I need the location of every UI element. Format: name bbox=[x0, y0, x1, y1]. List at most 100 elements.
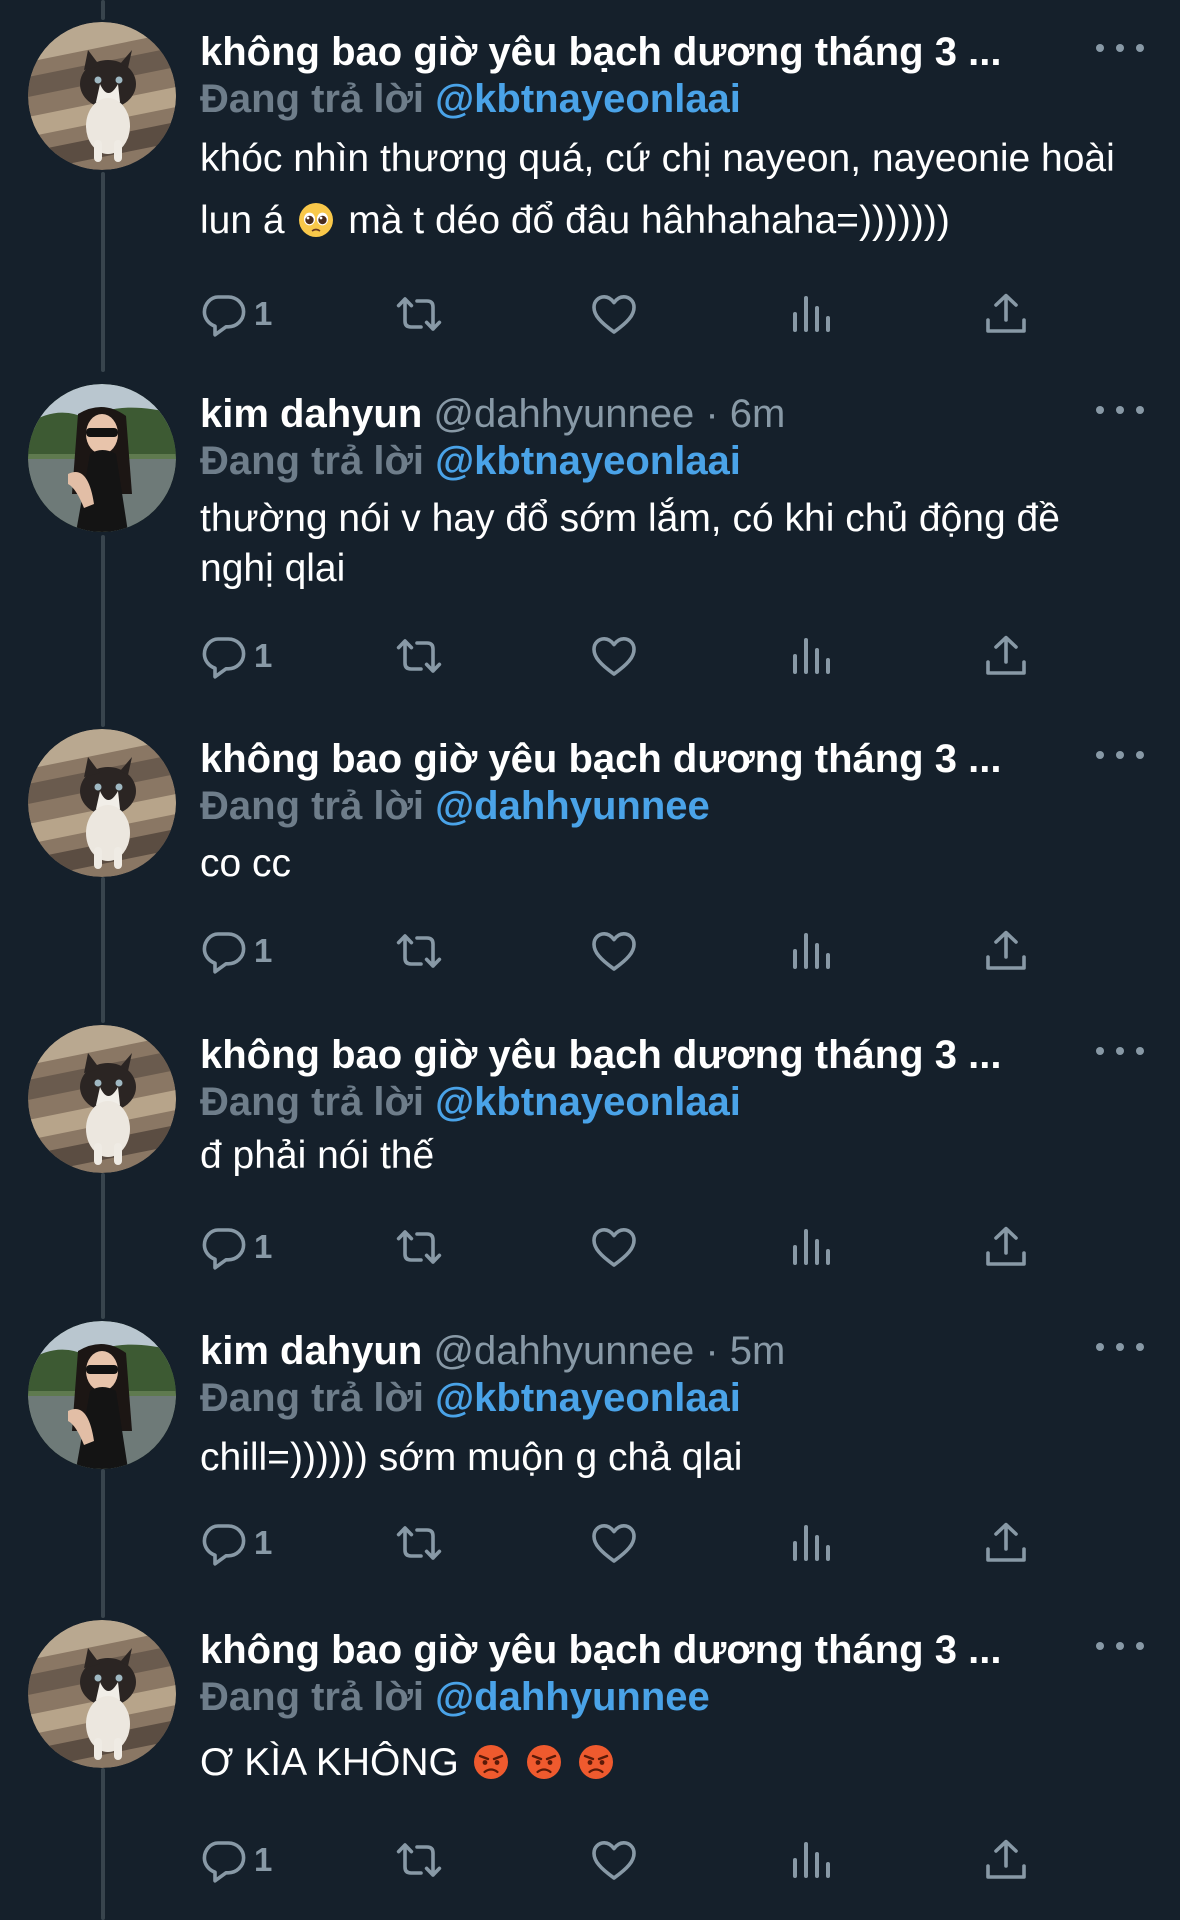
replying-label: Đang trả lời bbox=[200, 784, 425, 828]
heart-icon bbox=[590, 1836, 638, 1884]
retweet-icon bbox=[395, 1836, 443, 1884]
more-options-icon[interactable] bbox=[1096, 1636, 1144, 1656]
tweet-actions: 1 bbox=[200, 286, 1060, 342]
like-button[interactable] bbox=[590, 1219, 638, 1275]
more-options-icon[interactable] bbox=[1096, 745, 1144, 765]
retweet-button[interactable] bbox=[395, 1832, 443, 1888]
display-name[interactable]: không bao giờ yêu bạch dương tháng 3 ... bbox=[200, 30, 1001, 74]
timestamp[interactable]: 5m bbox=[730, 1329, 786, 1373]
replying-mention-link[interactable]: @kbtnayeonlaai bbox=[435, 439, 741, 483]
replying-mention-link[interactable]: @kbtnayeonlaai bbox=[435, 77, 741, 121]
heart-icon bbox=[590, 632, 638, 680]
pleading-face-emoji-icon bbox=[297, 201, 335, 239]
reply-icon bbox=[200, 1223, 248, 1271]
replying-to: Đang trả lời @kbtnayeonlaai bbox=[200, 436, 741, 486]
thread-line bbox=[101, 1768, 105, 1920]
replying-mention-link[interactable]: @dahhyunnee bbox=[435, 1675, 710, 1719]
like-button[interactable] bbox=[590, 1515, 638, 1571]
tweet-header: không bao giờ yêu bạch dương tháng 3 ... bbox=[200, 22, 1060, 82]
reply-icon bbox=[200, 927, 248, 975]
share-button[interactable] bbox=[982, 1515, 1030, 1571]
reply-icon bbox=[200, 1836, 248, 1884]
share-button[interactable] bbox=[982, 923, 1030, 979]
like-button[interactable] bbox=[590, 628, 638, 684]
reply-count: 1 bbox=[254, 1841, 273, 1878]
bar-chart-icon bbox=[787, 290, 835, 338]
more-options-icon[interactable] bbox=[1096, 400, 1144, 420]
thread-line bbox=[101, 877, 105, 1023]
tweet-text: đ phải nói thế bbox=[200, 1134, 435, 1177]
reply-button[interactable]: 1 bbox=[200, 286, 272, 342]
like-button[interactable] bbox=[590, 1832, 638, 1888]
username[interactable]: @dahhyunnee bbox=[433, 1329, 694, 1373]
tweet-actions: 1 bbox=[200, 1515, 1060, 1571]
more-options-icon[interactable] bbox=[1096, 38, 1144, 58]
replying-label: Đang trả lời bbox=[200, 77, 425, 121]
share-icon bbox=[982, 1836, 1030, 1884]
share-button[interactable] bbox=[982, 628, 1030, 684]
pouting-face-emoji-icon bbox=[577, 1743, 615, 1781]
replying-mention-link[interactable]: @kbtnayeonlaai bbox=[435, 1376, 741, 1420]
heart-icon bbox=[590, 1519, 638, 1567]
more-options-icon[interactable] bbox=[1096, 1041, 1144, 1061]
reply-icon bbox=[200, 1519, 248, 1567]
separator-dot: · bbox=[705, 392, 719, 436]
reply-button[interactable]: 1 bbox=[200, 923, 272, 979]
avatar[interactable] bbox=[28, 1025, 176, 1173]
analytics-button[interactable] bbox=[787, 1515, 835, 1571]
display-name[interactable]: không bao giờ yêu bạch dương tháng 3 ... bbox=[200, 1033, 1001, 1077]
reply-button[interactable]: 1 bbox=[200, 1515, 272, 1571]
username[interactable]: @dahhyunnee bbox=[433, 392, 694, 436]
display-name[interactable]: không bao giờ yêu bạch dương tháng 3 ... bbox=[200, 1628, 1001, 1672]
pouting-face-emoji-icon bbox=[525, 1743, 563, 1781]
analytics-button[interactable] bbox=[787, 1219, 835, 1275]
display-name[interactable]: không bao giờ yêu bạch dương tháng 3 ... bbox=[200, 737, 1001, 781]
avatar[interactable] bbox=[28, 729, 176, 877]
heart-icon bbox=[590, 290, 638, 338]
timestamp[interactable]: 6m bbox=[730, 392, 786, 436]
like-button[interactable] bbox=[590, 286, 638, 342]
retweet-button[interactable] bbox=[395, 1219, 443, 1275]
reply-count: 1 bbox=[254, 637, 273, 674]
replying-mention-link[interactable]: @dahhyunnee bbox=[435, 784, 710, 828]
replying-mention-link[interactable]: @kbtnayeonlaai bbox=[435, 1080, 741, 1124]
analytics-button[interactable] bbox=[787, 286, 835, 342]
tweet-text: co cc bbox=[200, 842, 292, 885]
retweet-button[interactable] bbox=[395, 286, 443, 342]
reply-button[interactable]: 1 bbox=[200, 628, 272, 684]
avatar[interactable] bbox=[28, 22, 176, 170]
share-icon bbox=[982, 1223, 1030, 1271]
bar-chart-icon bbox=[787, 632, 835, 680]
analytics-button[interactable] bbox=[787, 628, 835, 684]
tweet-header: không bao giờ yêu bạch dương tháng 3 ... bbox=[200, 1620, 1060, 1680]
share-button[interactable] bbox=[982, 1219, 1030, 1275]
display-name[interactable]: kim dahyun bbox=[200, 392, 422, 436]
tweet-text: thường nói v hay đổ sớm lắm, có khi chủ … bbox=[200, 497, 1060, 590]
retweet-button[interactable] bbox=[395, 923, 443, 979]
avatar[interactable] bbox=[28, 1620, 176, 1768]
avatar[interactable] bbox=[28, 1321, 176, 1469]
share-button[interactable] bbox=[982, 1832, 1030, 1888]
like-button[interactable] bbox=[590, 923, 638, 979]
replying-label: Đang trả lời bbox=[200, 439, 425, 483]
tweet-text: khóc nhìn thương quá, cứ chị nayeon, nay… bbox=[200, 128, 1140, 252]
analytics-button[interactable] bbox=[787, 923, 835, 979]
display-name[interactable]: kim dahyun bbox=[200, 1329, 422, 1373]
replying-to: Đang trả lời @dahhyunnee bbox=[200, 781, 710, 831]
tweet-actions: 1 bbox=[200, 628, 1060, 684]
share-button[interactable] bbox=[982, 286, 1030, 342]
share-icon bbox=[982, 632, 1030, 680]
thread-line bbox=[101, 1173, 105, 1319]
reply-button[interactable]: 1 bbox=[200, 1832, 272, 1888]
retweet-button[interactable] bbox=[395, 628, 443, 684]
more-options-icon[interactable] bbox=[1096, 1337, 1144, 1357]
reply-button[interactable]: 1 bbox=[200, 1219, 272, 1275]
replying-to: Đang trả lời @dahhyunnee bbox=[200, 1672, 710, 1722]
retweet-icon bbox=[395, 1519, 443, 1567]
thread-line bbox=[101, 172, 105, 372]
tweet-actions: 1 bbox=[200, 1219, 1060, 1275]
analytics-button[interactable] bbox=[787, 1832, 835, 1888]
avatar[interactable] bbox=[28, 384, 176, 532]
retweet-button[interactable] bbox=[395, 1515, 443, 1571]
tweet-header: không bao giờ yêu bạch dương tháng 3 ... bbox=[200, 1025, 1060, 1085]
